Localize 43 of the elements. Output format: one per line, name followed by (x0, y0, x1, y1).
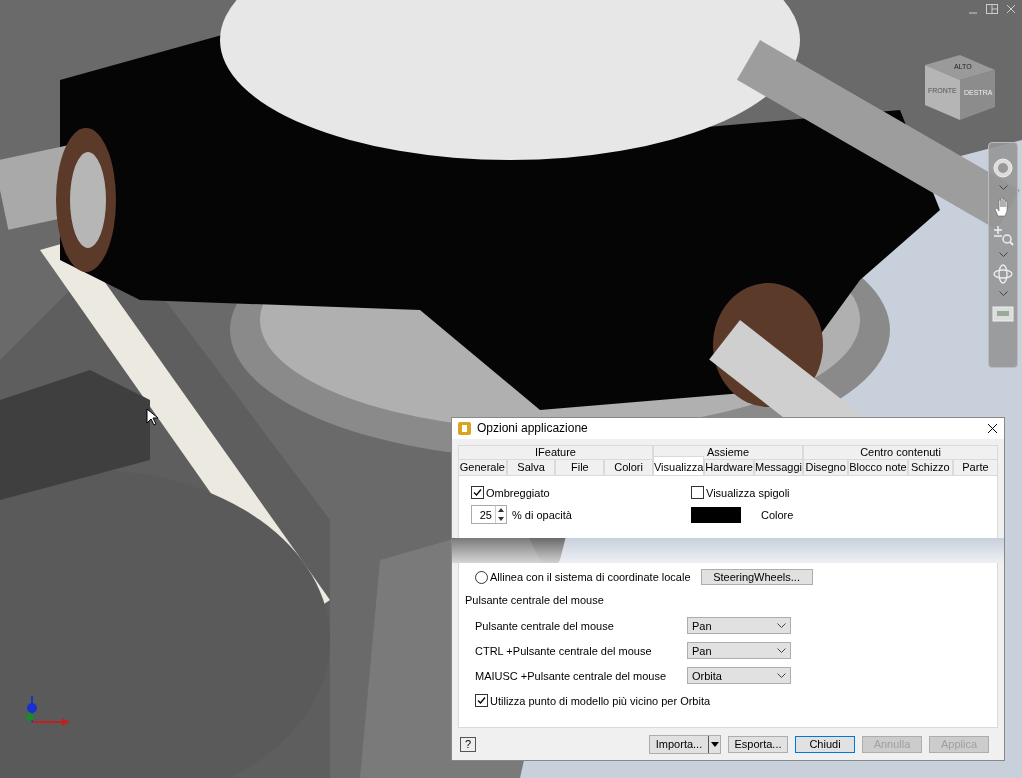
caret-icon (998, 252, 1008, 257)
mouse-cursor-icon (146, 408, 158, 426)
spin-field[interactable]: 25 (471, 505, 507, 525)
dialog-button[interactable]: Esporta... (728, 735, 788, 753)
dropdown[interactable]: Pan (687, 642, 791, 659)
field-label: % di opacità (512, 508, 572, 521)
steering-wheel-icon[interactable] (992, 157, 1014, 179)
close-icon[interactable] (987, 422, 998, 434)
tab-group-label: Assieme (652, 444, 804, 459)
checkbox[interactable] (691, 486, 704, 500)
orbit-icon[interactable] (992, 263, 1014, 285)
caret-icon (777, 623, 786, 628)
restore-icon[interactable] (986, 4, 998, 14)
caret-icon (998, 185, 1008, 190)
tab-group-label: IFeature (458, 444, 653, 459)
steering-wheels-button[interactable]: SteeringWheels... (700, 569, 813, 585)
color-swatch[interactable] (691, 506, 741, 523)
dialog-button[interactable]: Chiudi (795, 735, 855, 753)
split-button[interactable]: Importa... (649, 734, 721, 754)
caret-icon (710, 741, 719, 747)
app-icon (458, 421, 471, 435)
checkbox-label: Utilizza punto di modello più vicino per Orbita (490, 694, 711, 707)
checkbox[interactable] (471, 486, 484, 500)
checkbox[interactable] (475, 694, 488, 707)
tab-group-label: Centro contenuti (803, 444, 998, 459)
view-cube-drawing[interactable] (925, 55, 995, 120)
checkbox-label: Visualizza spigoli (706, 486, 790, 499)
dropdown[interactable]: Pan (687, 617, 791, 634)
window-title: Opzioni applicazione (477, 421, 589, 436)
spin-up-icon[interactable] (498, 508, 504, 513)
caret-icon (777, 648, 786, 653)
field-label: MAIUSC +Pulsante centrale del mouse (475, 669, 667, 682)
caret-icon (998, 291, 1008, 296)
help-button[interactable]: ? (460, 736, 476, 752)
radio-label: Allinea con il sistema di coordinate locale (490, 571, 691, 583)
checkbox-label: Ombreggiato (486, 486, 550, 499)
field-label: Colore (761, 508, 794, 521)
field-label: CTRL +Pulsante centrale del mouse (475, 644, 652, 657)
field-label: Pulsante centrale del mouse (475, 619, 614, 632)
dropdown[interactable]: Orbita (687, 667, 791, 684)
section-label: Pulsante centrale del mouse (465, 594, 604, 606)
caret-icon (777, 673, 786, 678)
zoom-icon[interactable] (992, 224, 1014, 246)
